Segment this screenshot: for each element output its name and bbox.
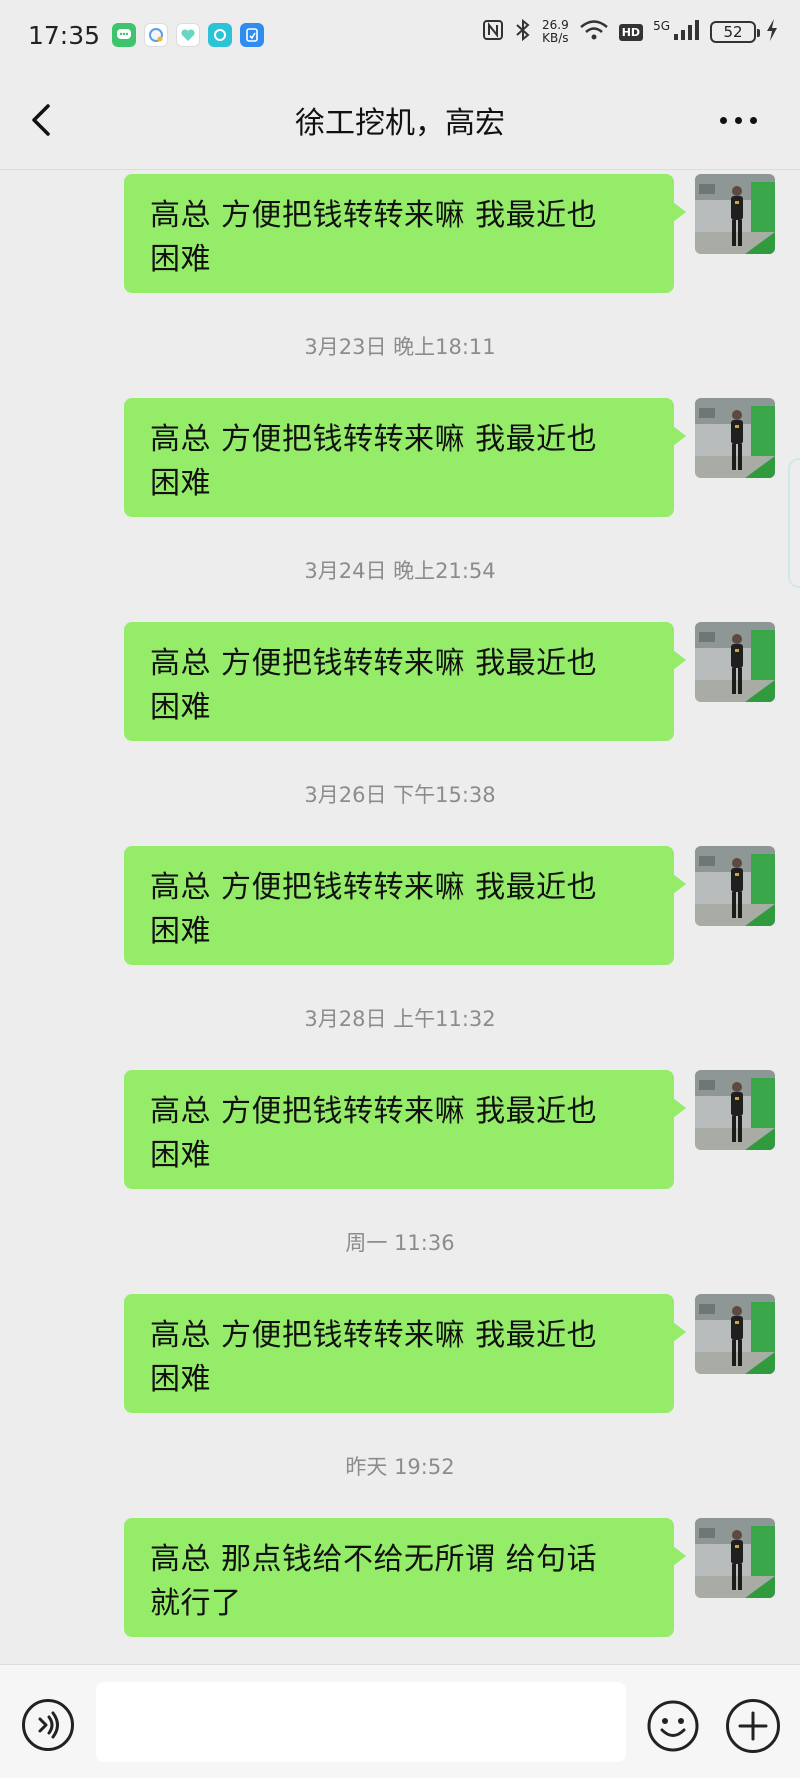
network-speed: 26.9 KB/s [542,19,569,45]
message-bubble[interactable]: 高总 方便把钱转转来嘛 我最近也 困难 [124,622,686,741]
more-functions-button[interactable] [726,1699,780,1753]
qq-icon [144,23,169,47]
message-text-line: 困难 [150,242,211,277]
chat-screen: 17:35 26.9 KB/s HD 5G 52 徐工挖机，高宏 高总 方便把钱… [0,0,800,1778]
more-options-button[interactable] [720,108,770,132]
message-text-line: 高总 方便把钱转转来嘛 我最近也 [150,198,598,233]
input-bar [0,1664,800,1778]
avatar[interactable] [695,1518,775,1598]
message-text-line: 困难 [150,690,211,725]
avatar[interactable] [695,622,775,702]
status-time: 17:35 [28,20,101,50]
net-speed-unit: KB/s [542,31,569,45]
message-row: 高总 方便把钱转转来嘛 我最近也 困难 [0,843,800,968]
more-dot-icon [750,116,757,124]
charging-icon [766,19,778,45]
message-list[interactable]: 高总 方便把钱转转来嘛 我最近也 困难 3月23日 晚上18:11 高总 方便把… [0,171,800,1664]
more-dot-icon [720,116,727,124]
voice-icon [38,1711,59,1739]
message-row: 高总 那点钱给不给无所谓 给句话 就行了 [0,1515,800,1640]
plus-icon [738,1711,768,1741]
message-row: 高总 方便把钱转转来嘛 我最近也 困难 [0,1291,800,1416]
browser-icon [208,23,233,47]
nfc-icon [482,19,504,45]
message-bubble[interactable]: 高总 方便把钱转转来嘛 我最近也 困难 [124,846,686,965]
message-input[interactable] [96,1682,626,1762]
message-bubble[interactable]: 高总 方便把钱转转来嘛 我最近也 困难 [124,1070,686,1189]
heart-app-icon [176,23,201,47]
voice-input-button[interactable] [22,1699,74,1751]
message-row: 高总 方便把钱转转来嘛 我最近也 困难 [0,619,800,744]
network-type: 5G [653,19,670,33]
message-timestamp: 3月26日 下午15:38 [304,783,496,807]
message-row: 高总 方便把钱转转来嘛 我最近也 困难 [0,1067,800,1192]
message-timestamp: 昨天 19:52 [345,1455,455,1479]
avatar[interactable] [695,1070,775,1150]
message-timestamp: 3月28日 上午11:32 [304,1007,496,1031]
clipboard-icon [240,23,265,47]
status-indicators: 26.9 KB/s HD 5G 52 [482,18,778,46]
message-text-line: 高总 方便把钱转转来嘛 我最近也 [150,870,598,905]
hd-badge: HD [618,23,644,41]
chat-title: 徐工挖机，高宏 [295,105,505,141]
message-bubble[interactable]: 高总 那点钱给不给无所谓 给句话 就行了 [124,1518,686,1637]
message-text-line: 困难 [150,466,211,501]
message-timestamp: 3月23日 晚上18:11 [304,335,496,359]
message-timestamp: 周一 11:36 [345,1231,455,1255]
message-text-line: 高总 那点钱给不给无所谓 给句话 [150,1542,598,1577]
avatar[interactable] [695,846,775,926]
message-bubble[interactable]: 高总 方便把钱转转来嘛 我最近也 困难 [124,1294,686,1413]
message-text-line: 就行了 [150,1586,242,1621]
status-bar: 17:35 26.9 KB/s HD 5G 52 [0,0,800,70]
message-text-line: 高总 方便把钱转转来嘛 我最近也 [150,646,598,681]
net-speed-value: 26.9 [542,18,569,32]
message-text-line: 困难 [150,1138,211,1173]
floating-side-handle[interactable] [788,458,800,588]
message-row: 高总 方便把钱转转来嘛 我最近也 困难 [0,395,800,520]
message-bubble[interactable]: 高总 方便把钱转转来嘛 我最近也 困难 [124,398,686,517]
avatar[interactable] [695,174,775,254]
avatar[interactable] [695,398,775,478]
message-text-line: 困难 [150,1362,211,1397]
chat-header: 徐工挖机，高宏 [0,70,800,170]
message-text-line: 高总 方便把钱转转来嘛 我最近也 [150,422,598,457]
bluetooth-icon [514,18,532,46]
avatar[interactable] [695,1294,775,1374]
message-text-line: 困难 [150,914,211,949]
emoji-button[interactable] [646,1699,700,1753]
signal-group: 5G [653,20,700,44]
wifi-icon [579,19,609,45]
message-text-line: 高总 方便把钱转转来嘛 我最近也 [150,1318,598,1353]
back-arrow-icon[interactable] [24,100,64,140]
battery-indicator: 52 [710,21,760,43]
message-row: 高总 方便把钱转转来嘛 我最近也 困难 [0,171,800,296]
signal-icon [674,20,700,44]
message-timestamp: 3月24日 晚上21:54 [304,559,496,583]
messages-icon [112,23,137,47]
message-text-line: 高总 方便把钱转转来嘛 我最近也 [150,1094,598,1129]
more-dot-icon [735,116,742,124]
emoji-icon [647,1700,699,1752]
message-bubble[interactable]: 高总 方便把钱转转来嘛 我最近也 困难 [124,174,686,293]
